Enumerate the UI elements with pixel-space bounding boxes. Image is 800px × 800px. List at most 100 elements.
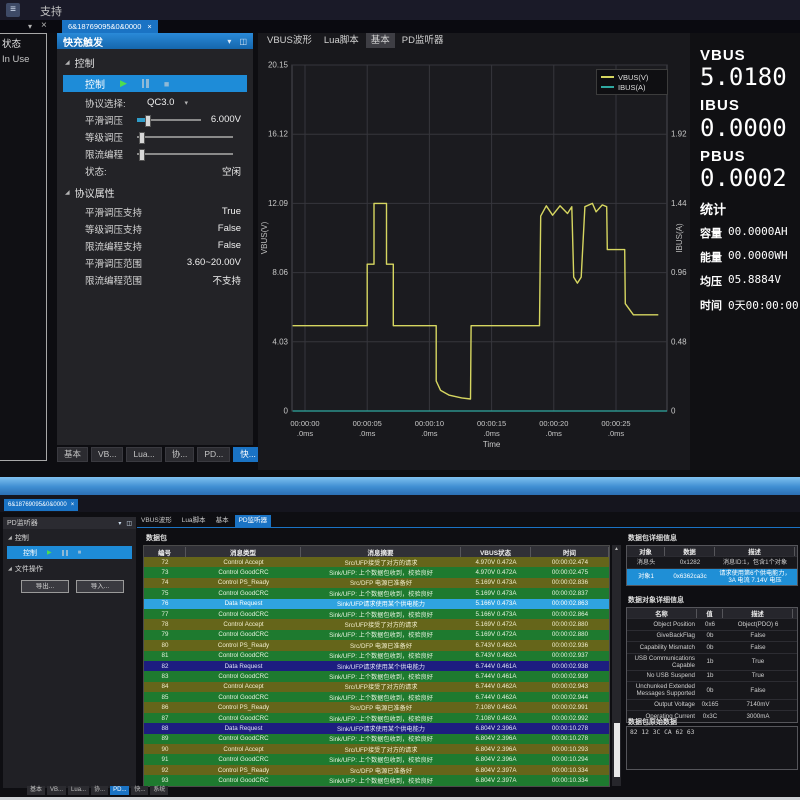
packet-row[interactable]: 83Control GoodCRCSink/UFP: 上个数据包收到，校验良好6… [144,671,609,681]
document-tab[interactable]: 6&18769095&0&0000 × [4,499,78,511]
pin-icon[interactable]: ◫ [239,37,247,46]
packet-row[interactable]: 87Control GoodCRCSink/UFP: 上个数据包收到，校验良好7… [144,713,609,723]
summary-rows: 容量00.0000AH能量00.0000WH均压05.8884V时间0天00:0… [700,225,800,313]
view-tab[interactable]: VBUS波形 [137,515,176,527]
pause-icon[interactable] [142,79,149,88]
panel-tab[interactable]: 协... [91,786,108,795]
legend-label: IBUS(A) [618,83,646,92]
detail-row[interactable]: Unchunked Extended Messages Supported0bF… [627,681,797,698]
section-file-ops[interactable]: ◢ 文件操作 [3,560,136,576]
slider-track[interactable] [137,119,201,121]
packet-row[interactable]: 85Control GoodCRCSink/UFP: 上个数据包收到，校验良好6… [144,692,609,702]
view-tab[interactable]: Lua脚本 [178,515,210,527]
view-tab[interactable]: Lua脚本 [319,33,364,48]
document-tab-row: ▾ × 6&18769095&0&0000 × [0,20,800,33]
detail-row[interactable]: 消息头0x1282消息ID:1，包含1个对象 [627,556,797,568]
play-icon[interactable]: ▶ [47,549,52,556]
packet-row[interactable]: 91Control GoodCRCSink/UFP: 上个数据包收到，校验良好6… [144,754,609,764]
packet-row[interactable]: 77Control GoodCRCSink/UFP: 上个数据包收到，校验良好5… [144,609,609,619]
detail-row[interactable]: USB Communications Capable1bTrue [627,653,797,670]
detail-row[interactable]: Object Position0x6Object(PDO) 6 [627,618,797,630]
control-row-label: 控制 [85,76,105,91]
panel-tab[interactable]: VB... [47,786,66,795]
chevron-down-icon[interactable]: ▾ [28,22,32,31]
slider-track[interactable] [137,153,233,155]
packet-row[interactable]: 89Control GoodCRCSink/UFP: 上个数据包收到，校验良好6… [144,734,609,744]
panel-tab[interactable]: Lua... [68,786,89,795]
svg-text:.0ms: .0ms [483,429,500,438]
view-tab[interactable]: 基本 [366,33,395,48]
separator-band [0,477,800,495]
app-menu-icon[interactable]: ≡ [6,3,20,17]
panel-tab[interactable]: VB... [91,447,123,462]
detail-row[interactable]: GiveBackFlag0bFalse [627,630,797,642]
panel-tab[interactable]: 协... [165,447,195,462]
packet-row[interactable]: 76Data RequestSink/UFP请求使用某个供电能力5.166V 0… [144,599,609,609]
tab-close-icon[interactable]: × [147,20,151,33]
panel-tab[interactable]: 基本 [27,786,45,795]
chevron-down-icon[interactable]: ▾ [227,37,231,46]
packet-row[interactable]: 72Control AcceptSrc/UFP接受了对方的请求4.970V 0.… [144,557,609,567]
detail-row[interactable]: Output Voltage0x1657140mV [627,699,797,711]
slider-thumb[interactable] [145,115,151,127]
chevron-down-icon[interactable]: ▾ [118,520,121,527]
slider-track[interactable] [137,136,233,138]
panel-tab[interactable]: PD... [110,786,129,795]
detail-row[interactable]: 对象10x6362ca3c请求使用第6个供电能力，3A 电流 7.14V 电压 [627,568,797,585]
scroll-up-icon[interactable]: ▲ [612,545,621,553]
pause-icon[interactable] [62,550,68,556]
status-row: 状态: 空闲 [57,162,253,179]
packet-row[interactable]: 82Data RequestSink/UFP请求使用某个供电能力6.744V 0… [144,661,609,671]
packet-row[interactable]: 75Control GoodCRCSink/UFP: 上个数据包收到，校验良好5… [144,588,609,598]
view-tab[interactable]: VBUS波形 [262,33,317,48]
status-label: 状态: [85,164,133,178]
panel-tab[interactable]: 系统 [150,786,168,795]
sidebar-item-in-use[interactable]: In Use [0,52,46,67]
pin-icon[interactable]: ◫ [126,520,132,527]
packet-row[interactable]: 92Control PS_ReadySrc/DFP 电源已准备好6.804V 2… [144,765,609,775]
scrollbar-thumb[interactable] [614,723,620,777]
control-row[interactable]: 控制 ▶ ■ [63,75,247,92]
packet-row[interactable]: 81Control GoodCRCSink/UFP: 上个数据包收到，校验良好6… [144,651,609,661]
svg-text:0: 0 [671,407,676,416]
export-button[interactable]: 导出... [21,580,69,593]
protocol-select[interactable]: QC3.0 [147,97,174,108]
panel-tab[interactable]: Lua... [126,447,161,462]
packet-row[interactable]: 79Control GoodCRCSink/UFP: 上个数据包收到，校验良好5… [144,630,609,640]
packet-row[interactable]: 86Control PS_ReadySrc/DFP 电源已准备好7.108V 0… [144,702,609,712]
panel-tab[interactable]: PD... [197,447,230,462]
packet-row[interactable]: 90Control AcceptSrc/UFP接受了对方的请求6.804V 2.… [144,744,609,754]
packet-row[interactable]: 88Data RequestSink/UFP请求使用某个供电能力6.804V 2… [144,723,609,733]
view-tab[interactable]: PD监听器 [235,515,272,527]
packet-row[interactable]: 84Control AcceptSrc/UFP接受了对方的请求6.744V 0.… [144,682,609,692]
tab-close-icon[interactable]: × [71,499,75,511]
section-protocol-props[interactable]: ◢ 协议属性 [57,179,253,203]
document-tab[interactable]: 6&18769095&0&0000 × [62,20,158,33]
menu-support[interactable]: 支持 [34,2,68,20]
close-icon[interactable]: × [41,20,47,31]
packet-row[interactable]: 73Control GoodCRCSink/UFP: 上个数据包收到，校验良好4… [144,567,609,577]
detail-row[interactable]: No USB Suspend1bTrue [627,670,797,682]
stop-icon[interactable]: ■ [78,550,82,556]
play-icon[interactable]: ▶ [120,78,127,89]
summary-label: 时间 [700,297,722,313]
chevron-down-icon[interactable]: ▾ [184,99,188,107]
slider-thumb[interactable] [139,132,145,144]
section-control[interactable]: ◢ 控制 [57,49,253,73]
detail-row[interactable]: Capability Mismatch0bFalse [627,641,797,653]
prop-label: 平滑调压范围 [85,256,142,270]
control-row[interactable]: 控制 ▶ ■ [7,546,132,559]
packet-row[interactable]: 93Control GoodCRCSink/UFP: 上个数据包收到，校验良好6… [144,775,609,785]
panel-tab[interactable]: 快... [131,786,148,795]
section-control[interactable]: ◢ 控制 [3,529,136,545]
view-tab[interactable]: PD监听器 [397,33,449,48]
view-tab[interactable]: 基本 [212,515,233,527]
packet-row[interactable]: 80Control PS_ReadySrc/DFP 电源已准备好6.743V 0… [144,640,609,650]
table-scrollbar[interactable]: ▲ [612,545,621,786]
stop-icon[interactable]: ■ [164,79,169,89]
panel-tab[interactable]: 基本 [57,447,88,462]
packet-row[interactable]: 74Control PS_ReadySrc/DFP 电源已准备好5.169V 0… [144,578,609,588]
packet-row[interactable]: 78Control AcceptSrc/UFP接受了对方的请求5.169V 0.… [144,619,609,629]
slider-thumb[interactable] [139,149,145,161]
import-button[interactable]: 导入... [76,580,124,593]
